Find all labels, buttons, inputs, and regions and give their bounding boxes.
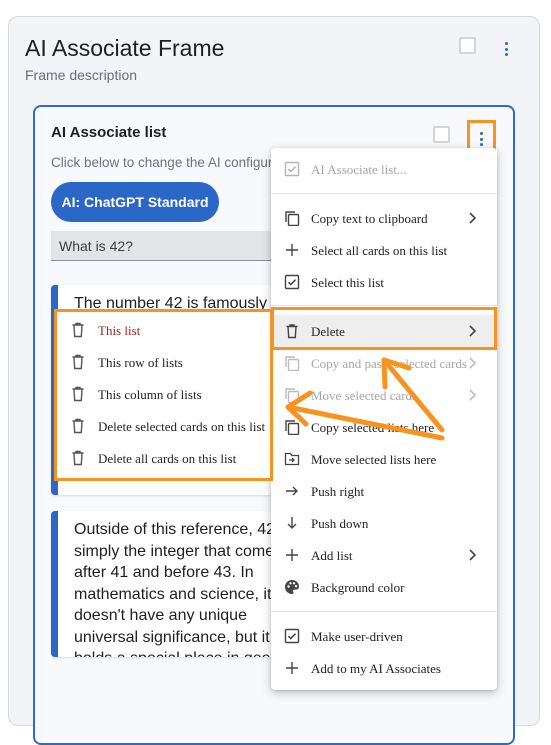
arrow-to-submenu: [285, 404, 445, 441]
annotation-arrows: [285, 357, 445, 441]
arrow-to-delete: [381, 357, 445, 433]
